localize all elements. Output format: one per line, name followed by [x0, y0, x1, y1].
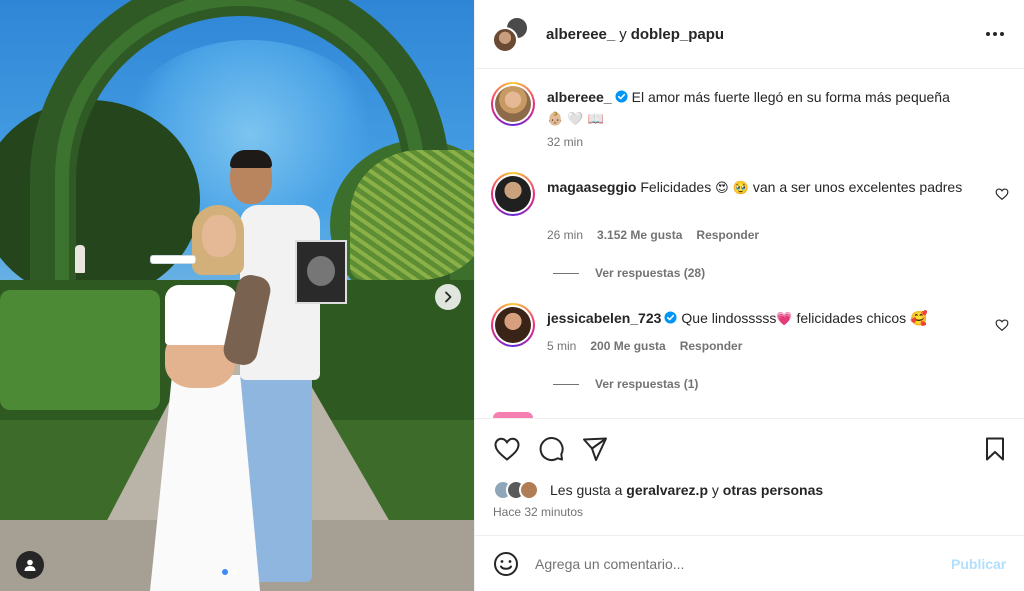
- comment-meta: 5 min 200 Me gusta Responder: [547, 339, 742, 353]
- comment-text: Que lindosssss: [681, 310, 777, 326]
- header-username-a[interactable]: albereee_: [546, 26, 615, 43]
- replies-divider: [553, 383, 579, 385]
- comment-meta: 26 min 3.152 Me gusta Responder: [547, 228, 759, 242]
- comment-text-cont: van a ser unos excelentes padres: [752, 179, 963, 195]
- comment-input[interactable]: [535, 550, 935, 578]
- comment-item: jessicabelen_723 Que lindosssss💗 felicida…: [547, 308, 967, 330]
- liked-by-avatar: [519, 480, 539, 500]
- verified-badge-icon: [664, 311, 677, 324]
- view-replies-button[interactable]: Ver respuestas (28): [553, 266, 705, 280]
- comment-item: magaaseggio Felicidades 😍 🥹 van a ser un…: [547, 177, 967, 199]
- photo-man-hair: [230, 150, 272, 168]
- likes-prefix: Les gusta a: [550, 482, 623, 498]
- post-sidebar: albereee_ y doblep_papu albereee_ El amor m…: [474, 0, 1024, 591]
- caption-emojis: 👶🏼 🤍 📖: [547, 112, 604, 127]
- comment-heart-icon[interactable]: [995, 187, 1009, 201]
- caption-meta: 32 min: [547, 135, 583, 149]
- like-button[interactable]: [493, 435, 521, 463]
- carousel-dots: [222, 569, 238, 575]
- header-connector: y: [619, 26, 627, 43]
- likes-others[interactable]: otras personas: [723, 482, 823, 498]
- photo-woman-face: [202, 215, 236, 257]
- comment-text: Felicidades: [640, 179, 712, 195]
- instagram-post-modal: albereee_ y doblep_papu albereee_ El amor m…: [0, 0, 1024, 591]
- likes-summary: Les gusta a geralvarez.p y otras persona…: [493, 480, 823, 500]
- comment-emojis: 😍 🥹: [715, 181, 749, 196]
- photo-pregnancy-test: [150, 255, 196, 264]
- add-comment-bar: Publicar: [475, 535, 1024, 591]
- caption-text: El amor más fuerte llegó en su forma más…: [631, 89, 950, 105]
- comments-list[interactable]: albereee_ El amor más fuerte llegó en su …: [475, 69, 1024, 418]
- comment-time: 26 min: [547, 228, 584, 242]
- chevron-right-icon: [445, 291, 452, 303]
- send-icon: [583, 437, 607, 461]
- likes-user[interactable]: geralvarez.p: [626, 482, 708, 498]
- tagged-people-button[interactable]: [16, 551, 44, 579]
- view-replies-label: Ver respuestas (1): [595, 377, 699, 391]
- reply-button[interactable]: Responder: [680, 339, 743, 353]
- collab-avatars[interactable]: [492, 16, 532, 54]
- liked-by-avatars[interactable]: [493, 480, 539, 500]
- photo-palm: [350, 150, 474, 280]
- header-username-b[interactable]: doblep_papu: [631, 26, 724, 43]
- comment-likes[interactable]: 200 Me gusta: [590, 339, 665, 353]
- photo-ultrasound: [295, 240, 347, 304]
- carousel-dot-2: [232, 569, 238, 575]
- likes-connector: y: [711, 482, 719, 498]
- reply-button[interactable]: Responder: [696, 228, 759, 242]
- avatar-albereee[interactable]: [492, 27, 518, 53]
- more-options-button[interactable]: [983, 25, 1007, 43]
- comment-button[interactable]: [537, 435, 565, 463]
- carousel-next-button[interactable]: [435, 284, 461, 310]
- more-icon: [986, 32, 1004, 36]
- publish-button[interactable]: Publicar: [951, 556, 1006, 572]
- heart-icon: [494, 437, 520, 461]
- header-usernames: albereee_ y doblep_papu: [546, 26, 724, 43]
- caption-username[interactable]: albereee_: [547, 89, 612, 105]
- post-timestamp[interactable]: Hace 32 minutos: [493, 505, 583, 519]
- comment-icon: [539, 437, 564, 461]
- post-actions: Les gusta a geralvarez.p y otras persona…: [475, 418, 1024, 535]
- photo-hedge-light: [0, 290, 160, 410]
- comment-username[interactable]: magaaseggio: [547, 179, 636, 195]
- view-replies-button[interactable]: Ver respuestas (1): [553, 377, 698, 391]
- caption-time: 32 min: [547, 135, 584, 149]
- comment-avatar[interactable]: [491, 303, 535, 347]
- person-icon: [24, 559, 36, 571]
- share-button[interactable]: [581, 435, 609, 463]
- smiley-icon[interactable]: [493, 551, 519, 577]
- comment-time: 5 min: [547, 339, 577, 353]
- post-header: albereee_ y doblep_papu: [475, 0, 1024, 69]
- verified-badge-icon: [615, 90, 628, 103]
- comment-emojis: 💗: [776, 312, 793, 327]
- carousel-dot-1: [222, 569, 228, 575]
- comment-heart-icon[interactable]: [995, 318, 1009, 332]
- bookmark-icon: [986, 437, 1004, 461]
- comment-username[interactable]: jessicabelen_723: [547, 310, 661, 326]
- caption: albereee_ El amor más fuerte llegó en su …: [547, 87, 967, 130]
- comment-avatar[interactable]: [491, 172, 535, 216]
- save-button[interactable]: [981, 435, 1009, 463]
- caption-avatar[interactable]: [491, 82, 535, 126]
- replies-divider: [553, 272, 579, 274]
- comment-text-cont: felicidades chicos 🥰: [796, 310, 928, 326]
- view-replies-label: Ver respuestas (28): [595, 266, 706, 280]
- comment-likes[interactable]: 3.152 Me gusta: [597, 228, 682, 242]
- photo-statue: [75, 245, 85, 273]
- post-photo[interactable]: [0, 0, 474, 591]
